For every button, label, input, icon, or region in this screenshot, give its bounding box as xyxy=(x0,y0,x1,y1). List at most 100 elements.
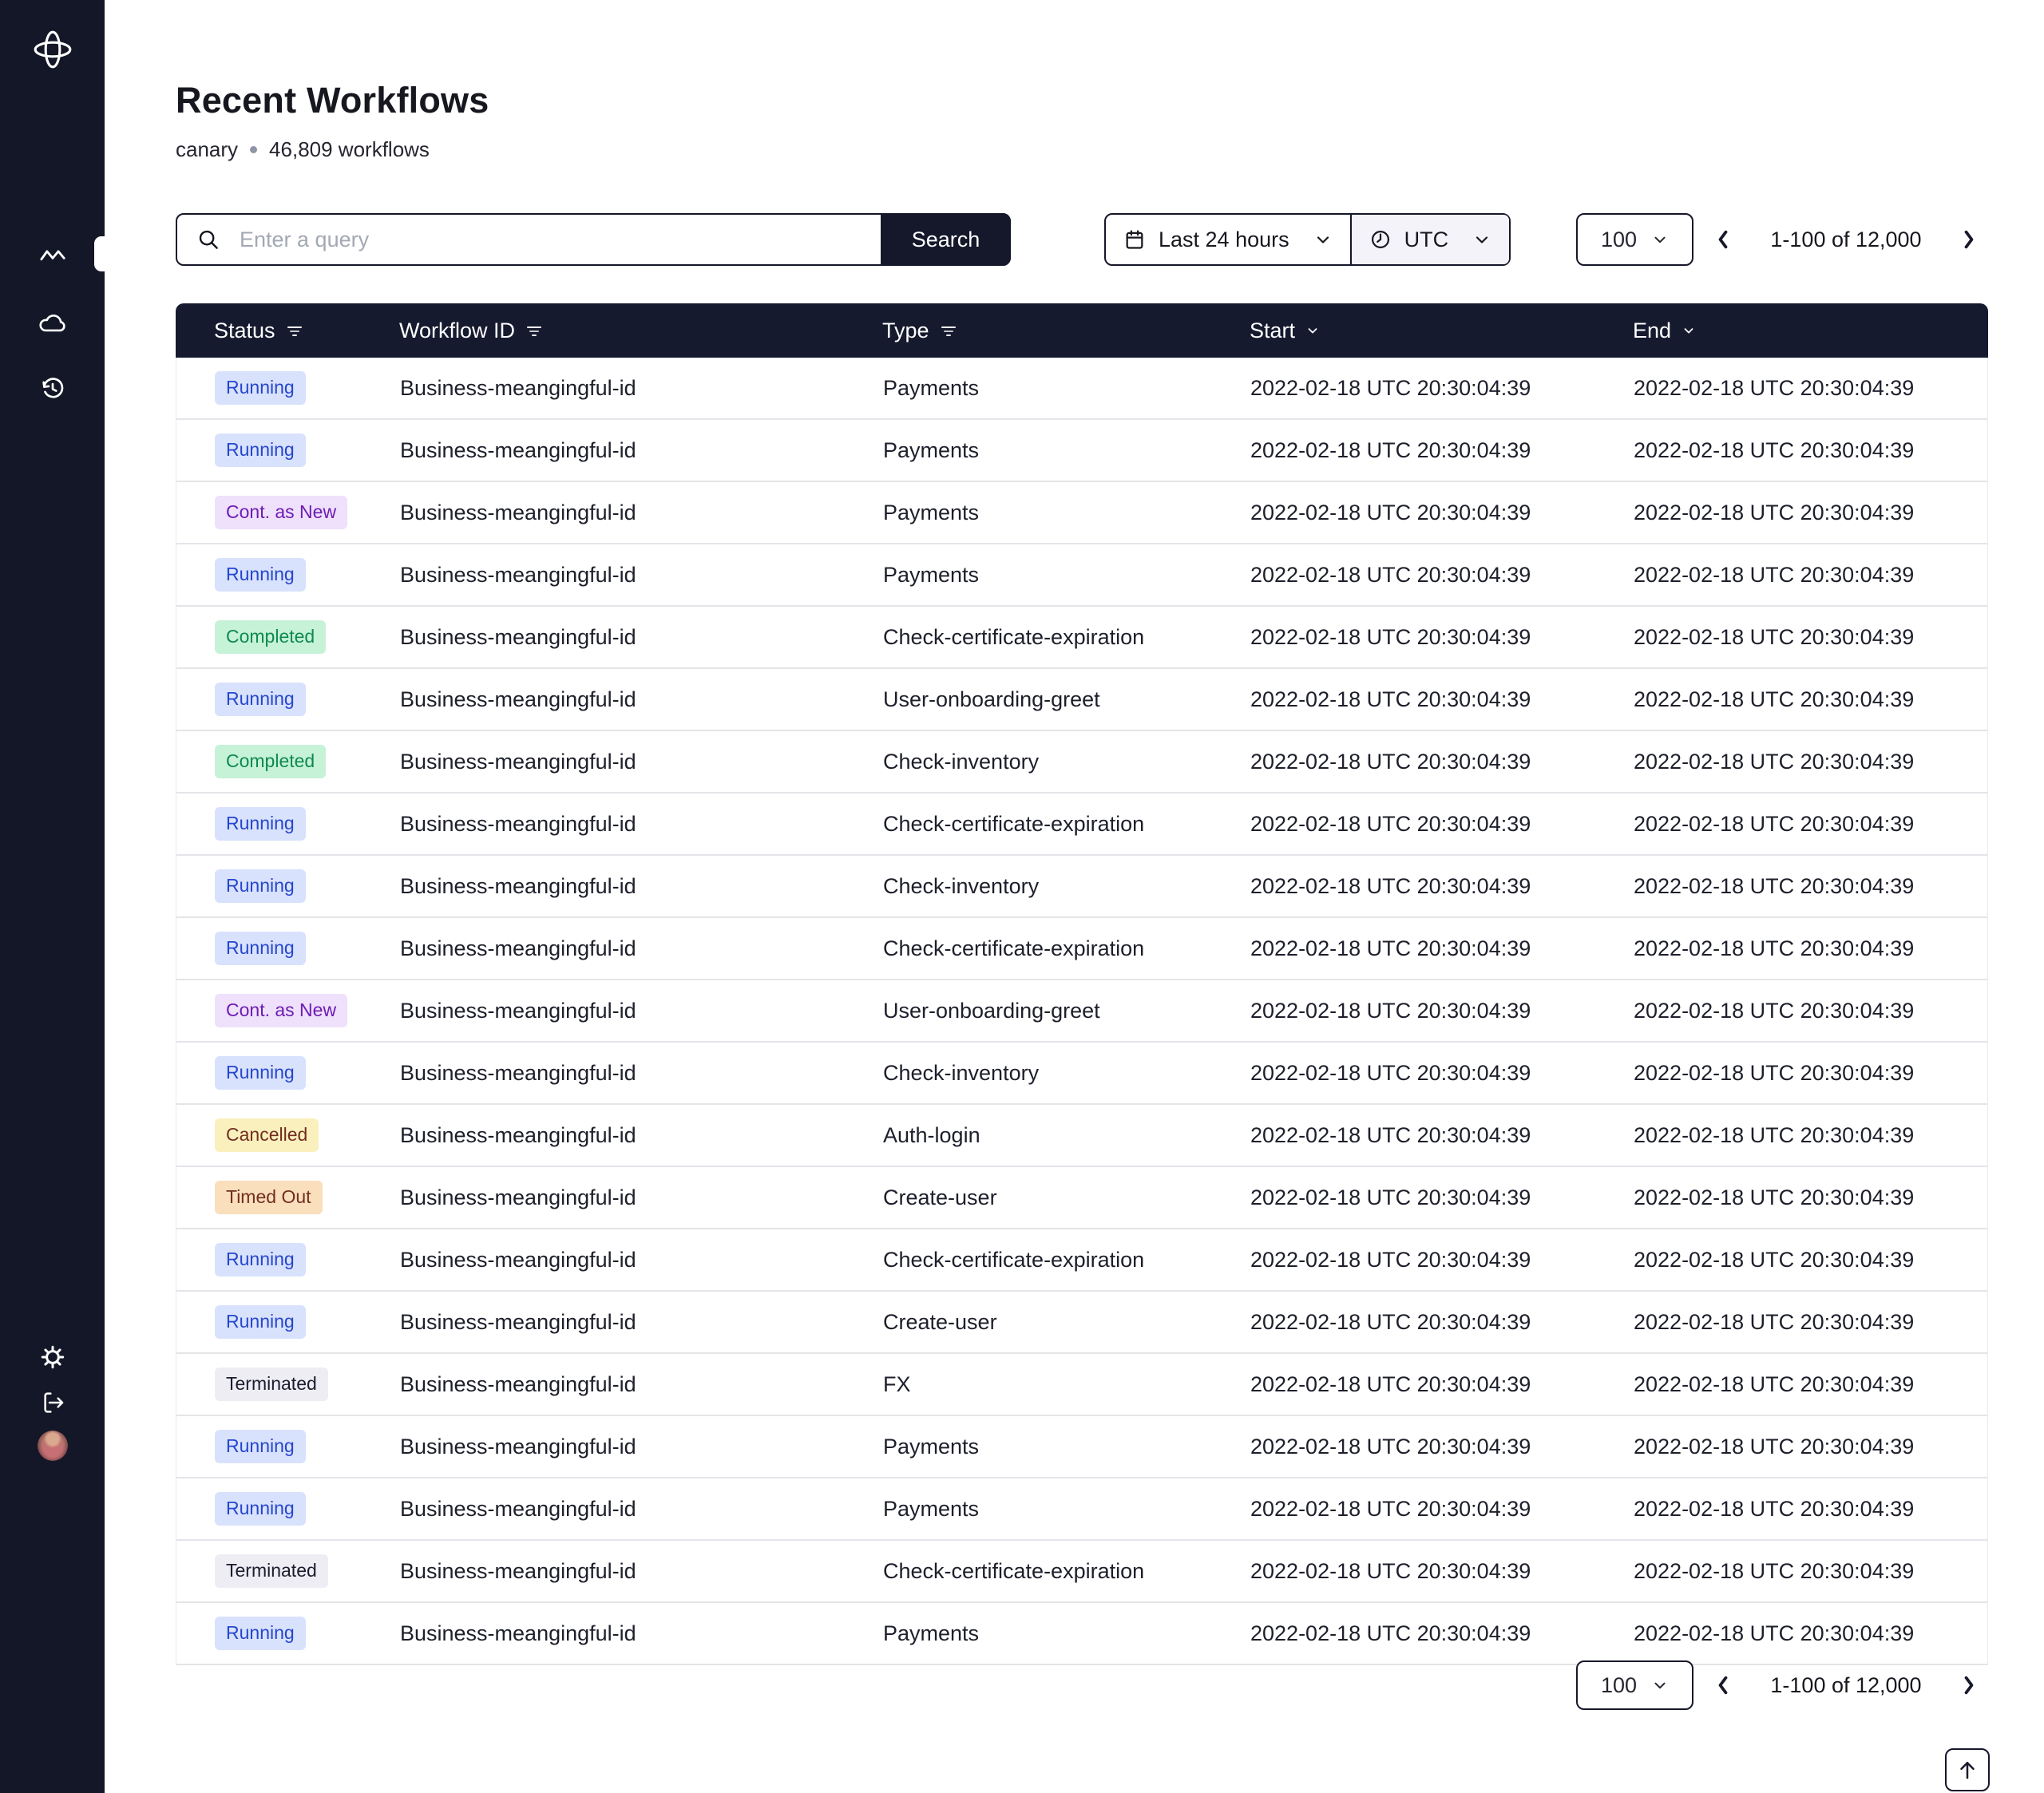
status-badge: Completed xyxy=(215,620,326,654)
prev-page-button[interactable] xyxy=(1709,1669,1737,1701)
table-row[interactable]: TerminatedBusiness-meangingful-idCheck-c… xyxy=(176,1541,1987,1603)
activity-icon[interactable] xyxy=(39,243,66,263)
history-icon[interactable] xyxy=(39,374,66,402)
cell-start: 2022-02-18 UTC 20:30:04:39 xyxy=(1250,1123,1634,1148)
search-button[interactable]: Search xyxy=(881,213,1011,266)
cell-type: Check-inventory xyxy=(883,750,1250,774)
status-badge: Cancelled xyxy=(215,1118,319,1152)
column-label: End xyxy=(1633,319,1671,343)
per-page-value: 100 xyxy=(1601,228,1637,252)
cell-end: 2022-02-18 UTC 20:30:04:39 xyxy=(1634,625,1987,650)
cell-type: Check-inventory xyxy=(883,874,1250,899)
cell-end: 2022-02-18 UTC 20:30:04:39 xyxy=(1634,1310,1987,1335)
cell-start: 2022-02-18 UTC 20:30:04:39 xyxy=(1250,1435,1634,1459)
status-badge: Cont. as New xyxy=(215,994,347,1027)
column-header-workflow-id[interactable]: Workflow ID xyxy=(399,319,882,343)
cell-start: 2022-02-18 UTC 20:30:04:39 xyxy=(1250,1497,1634,1522)
table-row[interactable]: RunningBusiness-meangingful-idPayments20… xyxy=(176,1478,1987,1541)
chevron-down-icon xyxy=(1682,323,1696,338)
cell-end: 2022-02-18 UTC 20:30:04:39 xyxy=(1634,1559,1987,1584)
temporal-logo[interactable] xyxy=(31,28,74,71)
prev-page-button[interactable] xyxy=(1709,224,1737,255)
cell-workflow-id: Business-meangingful-id xyxy=(400,1061,883,1086)
column-header-type[interactable]: Type xyxy=(882,319,1250,343)
status-badge: Running xyxy=(215,1617,306,1650)
cell-end: 2022-02-18 UTC 20:30:04:39 xyxy=(1634,874,1987,899)
column-header-status[interactable]: Status xyxy=(214,319,399,343)
cell-start: 2022-02-18 UTC 20:30:04:39 xyxy=(1250,1621,1634,1646)
table-row[interactable]: RunningBusiness-meangingful-idPayments20… xyxy=(176,544,1987,607)
cell-workflow-id: Business-meangingful-id xyxy=(400,936,883,961)
next-page-button[interactable] xyxy=(1955,1669,1983,1701)
table-row[interactable]: RunningBusiness-meangingful-idCheck-inve… xyxy=(176,1043,1987,1105)
cell-type: Payments xyxy=(883,376,1250,401)
cell-status: Running xyxy=(215,807,306,841)
cell-start: 2022-02-18 UTC 20:30:04:39 xyxy=(1250,625,1634,650)
column-header-end[interactable]: End xyxy=(1633,319,1988,343)
cell-status: Running xyxy=(215,1305,306,1339)
table-row[interactable]: RunningBusiness-meangingful-idPayments20… xyxy=(176,1416,1987,1478)
cell-status: Running xyxy=(215,1430,306,1463)
per-page-select[interactable]: 100 xyxy=(1576,1660,1693,1710)
table-row[interactable]: RunningBusiness-meangingful-idUser-onboa… xyxy=(176,669,1987,731)
logout-icon[interactable] xyxy=(40,1391,65,1415)
pagination-range: 1-100 of 12,000 xyxy=(1770,1673,1921,1698)
chevron-down-icon xyxy=(1313,230,1333,249)
table-row[interactable]: Timed OutBusiness-meangingful-idCreate-u… xyxy=(176,1167,1987,1229)
status-badge: Running xyxy=(215,683,306,716)
status-badge: Running xyxy=(215,869,306,903)
status-badge: Running xyxy=(215,1243,306,1276)
table-row[interactable]: Cont. as NewBusiness-meangingful-idPayme… xyxy=(176,482,1987,544)
table-row[interactable]: RunningBusiness-meangingful-idCheck-cert… xyxy=(176,1229,1987,1292)
table-row[interactable]: CompletedBusiness-meangingful-idCheck-ce… xyxy=(176,607,1987,669)
workflows-table: Status Workflow ID Type xyxy=(176,303,1988,1665)
settings-gear-icon[interactable] xyxy=(39,1344,66,1371)
cell-start: 2022-02-18 UTC 20:30:04:39 xyxy=(1250,812,1634,837)
cell-end: 2022-02-18 UTC 20:30:04:39 xyxy=(1634,1435,1987,1459)
table-row[interactable]: RunningBusiness-meangingful-idCheck-cert… xyxy=(176,794,1987,856)
scroll-to-top-button[interactable] xyxy=(1945,1748,1990,1791)
cell-workflow-id: Business-meangingful-id xyxy=(400,1621,883,1646)
chevron-down-icon xyxy=(1472,230,1491,249)
cell-status: Running xyxy=(215,1243,306,1276)
cell-type: Check-certificate-expiration xyxy=(883,1248,1250,1273)
column-label: Workflow ID xyxy=(399,319,515,343)
cell-status: Running xyxy=(215,1492,306,1526)
cell-status: Running xyxy=(215,683,306,716)
table-row[interactable]: CancelledBusiness-meangingful-idAuth-log… xyxy=(176,1105,1987,1167)
cell-status: Terminated xyxy=(215,1368,328,1401)
cell-type: Check-certificate-expiration xyxy=(883,812,1250,837)
timezone-dropdown[interactable]: UTC xyxy=(1350,215,1510,264)
cell-type: FX xyxy=(883,1372,1250,1397)
table-row[interactable]: RunningBusiness-meangingful-idCreate-use… xyxy=(176,1292,1987,1354)
table-row[interactable]: TerminatedBusiness-meangingful-idFX2022-… xyxy=(176,1354,1987,1416)
status-badge: Running xyxy=(215,433,306,467)
next-page-button[interactable] xyxy=(1955,224,1983,255)
cell-status: Terminated xyxy=(215,1554,328,1588)
cell-workflow-id: Business-meangingful-id xyxy=(400,1185,883,1210)
table-row[interactable]: Cont. as NewBusiness-meangingful-idUser-… xyxy=(176,980,1987,1043)
user-avatar[interactable] xyxy=(38,1431,68,1461)
cell-status: Cont. as New xyxy=(215,496,347,529)
chevron-down-icon xyxy=(1651,231,1669,248)
table-row[interactable]: CompletedBusiness-meangingful-idCheck-in… xyxy=(176,731,1987,794)
table-row[interactable]: RunningBusiness-meangingful-idCheck-cert… xyxy=(176,918,1987,980)
status-badge: Timed Out xyxy=(215,1181,323,1214)
status-badge: Cont. as New xyxy=(215,496,347,529)
cell-workflow-id: Business-meangingful-id xyxy=(400,750,883,774)
status-badge: Running xyxy=(215,807,306,841)
cell-workflow-id: Business-meangingful-id xyxy=(400,1310,883,1335)
cell-workflow-id: Business-meangingful-id xyxy=(400,1497,883,1522)
cell-workflow-id: Business-meangingful-id xyxy=(400,376,883,401)
column-header-start[interactable]: Start xyxy=(1250,319,1633,343)
table-row[interactable]: RunningBusiness-meangingful-idPayments20… xyxy=(176,1603,1987,1665)
per-page-select[interactable]: 100 xyxy=(1576,213,1693,266)
table-row[interactable]: RunningBusiness-meangingful-idCheck-inve… xyxy=(176,856,1987,918)
cell-type: Check-certificate-expiration xyxy=(883,936,1250,961)
status-badge: Running xyxy=(215,371,306,405)
cell-end: 2022-02-18 UTC 20:30:04:39 xyxy=(1634,1372,1987,1397)
cloud-icon[interactable] xyxy=(38,310,68,334)
table-row[interactable]: RunningBusiness-meangingful-idPayments20… xyxy=(176,420,1987,482)
time-range-dropdown[interactable]: Last 24 hours xyxy=(1106,215,1350,264)
table-row[interactable]: RunningBusiness-meangingful-idPayments20… xyxy=(176,358,1987,420)
